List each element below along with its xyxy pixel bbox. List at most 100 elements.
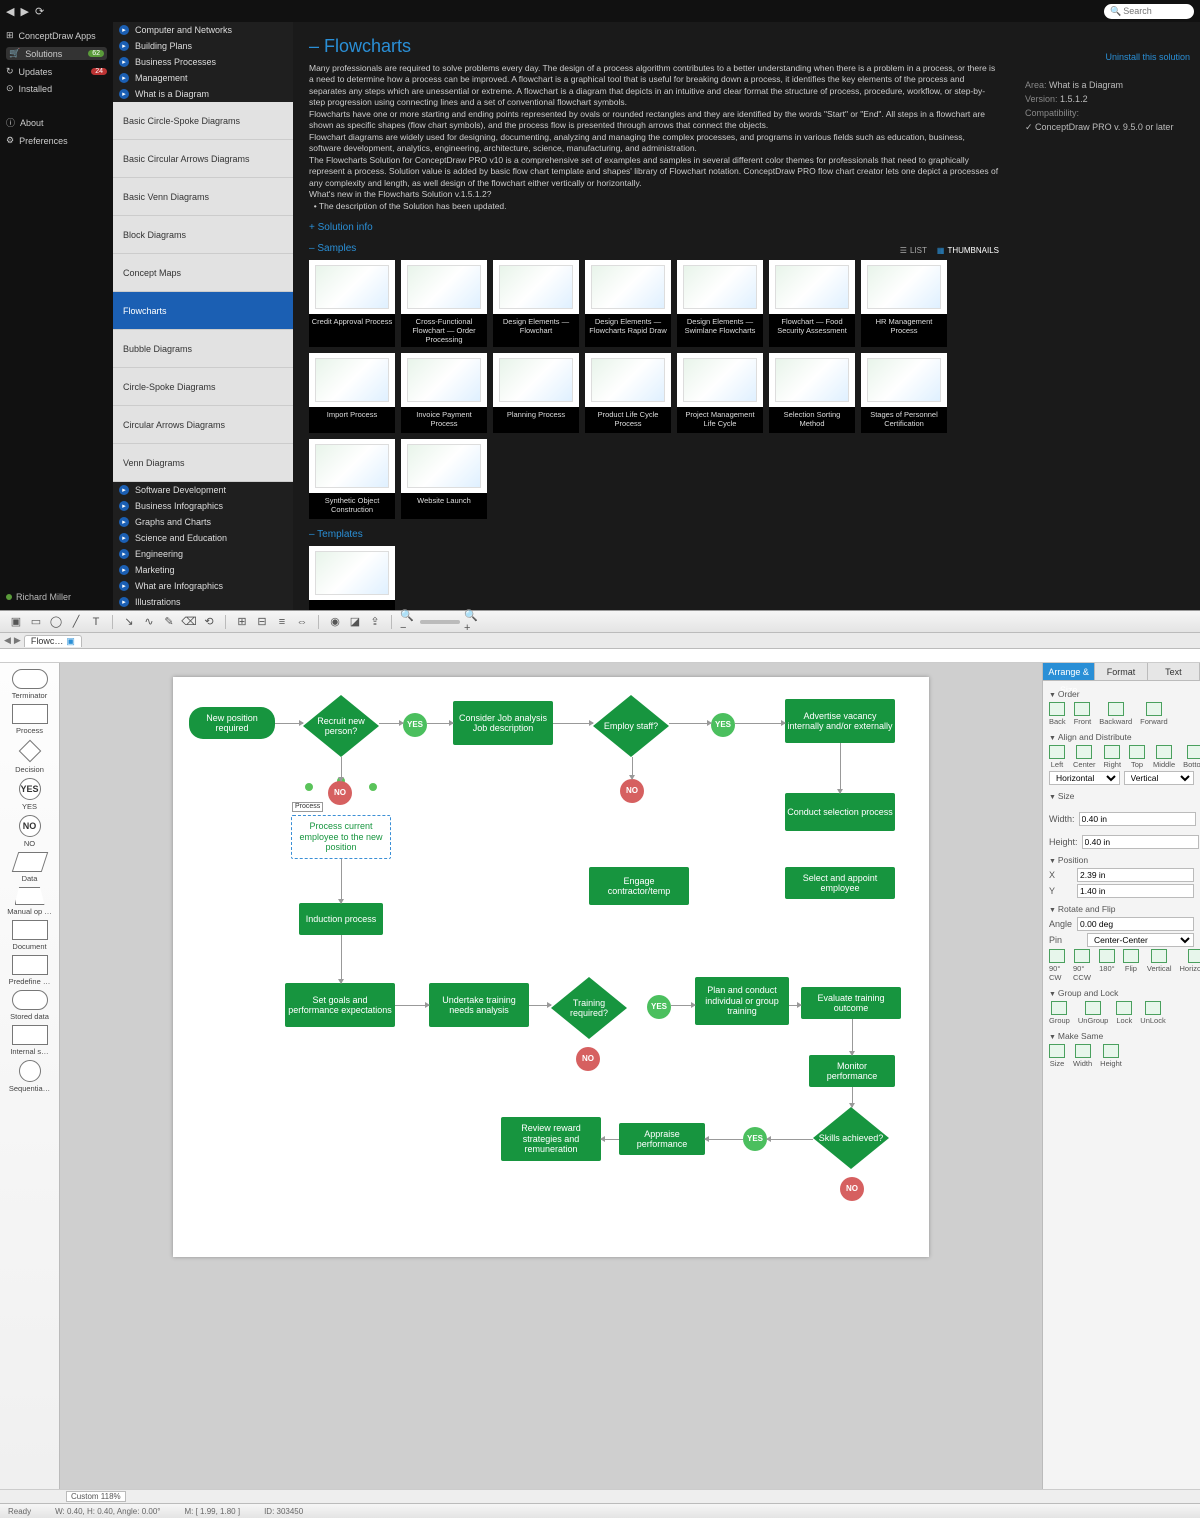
group-rotate[interactable]: Rotate and Flip [1049,904,1194,914]
category-item[interactable]: ▸Engineering [113,546,293,562]
nav-updates[interactable]: ↻Updates24 [6,66,107,77]
width-input[interactable] [1079,812,1196,826]
group-group[interactable]: Group [1049,1001,1070,1025]
align-left[interactable]: Left [1049,745,1065,769]
y-input[interactable] [1077,884,1194,898]
ellipse-tool-icon[interactable]: ◯ [48,614,64,630]
nav-about[interactable]: ⓘAbout [6,116,107,129]
group-unlock[interactable]: UnLock [1140,1001,1165,1025]
category-item[interactable]: ▸Graphs and Charts [113,514,293,530]
canvas[interactable]: New position required Recruit new person… [173,677,929,1257]
node-conduct-selection[interactable]: Conduct selection process [785,793,895,831]
shadow-tool-icon[interactable]: ◪ [347,614,363,630]
nav-preferences[interactable]: ⚙Preferences [6,135,107,146]
align-top[interactable]: Top [1129,745,1145,769]
tab-close-icon[interactable]: ▣ [66,636,75,647]
shape-manual-op-[interactable]: Manual op … [6,887,54,916]
tab-arrange[interactable]: Arrange & Size [1043,663,1095,680]
height-input[interactable] [1082,835,1199,849]
rotate-tool-icon[interactable]: ⟲ [201,614,217,630]
canvas-area[interactable]: New position required Recruit new person… [60,663,1042,1489]
node-advertise[interactable]: Advertise vacancy internally and/or exte… [785,699,895,743]
zoom-in-icon[interactable]: 🔍+ [464,614,480,630]
group-position[interactable]: Position [1049,855,1194,865]
uninstall-link[interactable]: Uninstall this solution [1025,52,1190,62]
subcategory-item[interactable]: Concept Maps [113,254,293,292]
align-center[interactable]: Center [1073,745,1096,769]
sample-thumb[interactable]: HR Management Process [861,260,947,347]
shape-yes[interactable]: YESYES [6,778,54,811]
nav-solutions[interactable]: 🛒Solutions62 [6,47,107,60]
sample-thumb[interactable]: Product Life Cycle Process [585,353,671,433]
category-item[interactable]: ▸What is a Diagram [113,86,293,102]
rotate--cw[interactable]: 90° CW [1049,949,1065,982]
sample-thumb[interactable]: Planning Process [493,353,579,433]
make-size[interactable]: Size [1049,1044,1065,1068]
user-indicator[interactable]: Richard Miller [6,592,107,602]
shape-internal-s-[interactable]: Internal s… [6,1025,54,1056]
doc-tab[interactable]: Flowc…▣ [24,635,82,647]
node-monitor[interactable]: Monitor performance [809,1055,895,1087]
group-ungroup[interactable]: UnGroup [1078,1001,1108,1025]
distribute-tool-icon[interactable]: ⇔ [294,614,310,630]
category-item[interactable]: ▸Marketing [113,562,293,578]
zoom-slider[interactable] [420,620,460,624]
shape-process[interactable]: Process [6,704,54,735]
category-item[interactable]: ▸Building Plans [113,38,293,54]
group-group[interactable]: Group and Lock [1049,988,1194,998]
section-solution-info[interactable]: Solution info [309,222,999,233]
curve-tool-icon[interactable]: ∿ [141,614,157,630]
pin-select[interactable]: Center-Center [1087,933,1194,947]
subcategory-item[interactable]: Venn Diagrams [113,444,293,482]
tab-text[interactable]: Text [1148,663,1200,680]
zoom-out-icon[interactable]: 🔍− [400,614,416,630]
rotate--[interactable]: 180° [1099,949,1115,982]
group-size[interactable]: Size [1049,791,1194,801]
category-item[interactable]: ▸Management [113,70,293,86]
group-order[interactable]: Order [1049,689,1194,699]
tab-next-icon[interactable]: ▶ [14,635,21,646]
tab-format[interactable]: Format [1095,663,1147,680]
line-tool-icon[interactable]: ╱ [68,614,84,630]
node-set-goals[interactable]: Set goals and performance expectations [285,983,395,1027]
shape-decision[interactable]: Decision [6,739,54,774]
sample-thumb[interactable]: Invoice Payment Process [401,353,487,433]
x-input[interactable] [1077,868,1194,882]
group-align[interactable]: Align and Distribute [1049,732,1194,742]
category-item[interactable]: ▸Business Infographics [113,498,293,514]
sample-thumb[interactable]: Synthetic Object Construction [309,439,395,519]
fill-tool-icon[interactable]: ◉ [327,614,343,630]
rotate-vertical[interactable]: Vertical [1147,949,1172,982]
search-box[interactable]: 🔍 [1104,4,1194,19]
sample-thumb[interactable]: Credit Approval Process [309,260,395,347]
sample-thumb[interactable]: Import Process [309,353,395,433]
category-item[interactable]: ▸Software Development [113,482,293,498]
align-horiz[interactable]: Horizontal [1049,771,1120,785]
angle-input[interactable] [1077,917,1194,931]
subcategory-item[interactable]: Circular Arrows Diagrams [113,406,293,444]
align-bottom[interactable]: Bottom [1183,745,1200,769]
nav-apps[interactable]: ⊞ConceptDraw Apps [6,30,107,41]
sample-thumb[interactable]: Flowchart — Food Security Assessment [769,260,855,347]
node-recruit-decision[interactable]: Recruit new person? [303,695,379,757]
no-badge[interactable]: NO [840,1177,864,1201]
node-consider[interactable]: Consider Job analysis Job description [453,701,553,745]
sample-thumb[interactable]: Selection Sorting Method [769,353,855,433]
nav-back-icon[interactable]: ◀ [6,5,14,18]
connector-tool-icon[interactable]: ↘ [121,614,137,630]
align-tool-icon[interactable]: ≡ [274,614,290,630]
group-make[interactable]: Make Same [1049,1031,1194,1041]
category-item[interactable]: ▸Business Processes [113,54,293,70]
sample-thumb[interactable]: Design Elements — Swimlane Flowcharts [677,260,763,347]
node-induction[interactable]: Induction process [299,903,383,935]
shape-no[interactable]: NONO [6,815,54,848]
section-samples[interactable]: Samples [309,243,999,254]
no-badge[interactable]: NO [576,1047,600,1071]
tab-prev-icon[interactable]: ◀ [4,635,11,646]
subcategory-item[interactable]: Circle-Spoke Diagrams [113,368,293,406]
pointer-tool-icon[interactable]: ▣ [8,614,24,630]
ungroup-tool-icon[interactable]: ⊟ [254,614,270,630]
sample-thumb[interactable]: Design Elements — Flowchart [493,260,579,347]
sample-thumb[interactable]: Website Launch [401,439,487,519]
node-appraise[interactable]: Appraise performance [619,1123,705,1155]
